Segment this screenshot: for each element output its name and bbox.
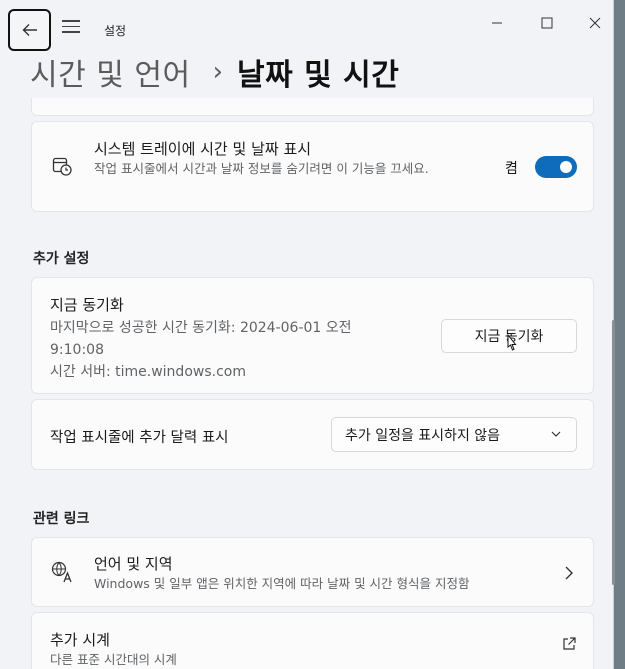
external-link-icon bbox=[563, 637, 576, 650]
language-icon bbox=[51, 561, 72, 583]
additional-clocks-link[interactable]: 추가 시계 다른 표준 시간대의 시계 bbox=[31, 612, 594, 669]
scrollbar[interactable] bbox=[612, 320, 615, 585]
language-region-title: 언어 및 지역 bbox=[94, 555, 173, 573]
back-button[interactable] bbox=[8, 9, 51, 51]
maximize-icon[interactable] bbox=[536, 12, 558, 34]
previous-setting-card bbox=[31, 98, 594, 116]
additional-calendar-setting: 작업 표시줄에 추가 달력 표시 추가 일정을 표시하지 않음 bbox=[31, 399, 594, 470]
language-region-description: Windows 및 일부 앱은 위치한 지역에 따라 날짜 및 시간 형식을 지… bbox=[94, 576, 470, 591]
calendar-clock-icon bbox=[52, 157, 72, 176]
additional-clocks-description: 다른 표준 시간대의 시계 bbox=[50, 652, 177, 667]
calendar-dropdown[interactable]: 추가 일정을 표시하지 않음 bbox=[331, 417, 577, 452]
tray-toggle-switch[interactable] bbox=[535, 156, 577, 178]
last-sync-line2: 9:10:08 bbox=[50, 342, 104, 358]
app-title: 설정 bbox=[104, 24, 127, 38]
additional-clocks-title: 추가 시계 bbox=[50, 631, 110, 649]
title-bar: 설정 bbox=[0, 0, 613, 51]
minimize-icon[interactable] bbox=[486, 12, 508, 34]
hamburger-icon[interactable] bbox=[62, 20, 80, 34]
chevron-right-icon bbox=[565, 566, 573, 580]
language-region-link[interactable]: 언어 및 지역 Windows 및 일부 앱은 위치한 지역에 따라 날짜 및 … bbox=[31, 537, 594, 607]
breadcrumb-parent[interactable]: 시간 및 언어 bbox=[30, 50, 191, 94]
close-icon[interactable] bbox=[584, 12, 606, 34]
calendar-dropdown-value: 추가 일정을 표시하지 않음 bbox=[345, 427, 501, 444]
tray-setting-title: 시스템 트레이에 시간 및 날짜 표시 bbox=[94, 140, 312, 158]
back-arrow-icon bbox=[22, 24, 37, 36]
calendar-label: 작업 표시줄에 추가 달력 표시 bbox=[50, 430, 229, 446]
breadcrumb-separator: › bbox=[212, 57, 223, 87]
last-sync-line1: 마지막으로 성공한 시간 동기화: 2024-06-01 오전 bbox=[50, 320, 352, 336]
breadcrumb: 시간 및 언어 › 날짜 및 시간 bbox=[30, 50, 399, 94]
section-heading-additional: 추가 설정 bbox=[33, 251, 90, 267]
tray-setting-description: 작업 표시줄에서 시간과 날짜 정보를 숨기려면 이 기능을 끄세요. bbox=[94, 161, 429, 176]
mouse-cursor-icon bbox=[507, 334, 517, 351]
page-title: 날짜 및 시간 bbox=[236, 58, 400, 93]
settings-window: 설정 시간 및 언어 › 날짜 및 시간 시스템 트레이에 시간 및 날짜 표시… bbox=[0, 0, 614, 669]
sync-title: 지금 동기화 bbox=[50, 296, 124, 314]
show-time-in-tray-setting[interactable]: 시스템 트레이에 시간 및 날짜 표시 작업 표시줄에서 시간과 날짜 정보를 … bbox=[31, 121, 594, 212]
section-heading-related: 관련 링크 bbox=[33, 511, 90, 527]
chevron-down-icon bbox=[551, 431, 561, 437]
time-server: 시간 서버: time.windows.com bbox=[50, 364, 246, 380]
toggle-state-label: 켬 bbox=[505, 161, 518, 177]
